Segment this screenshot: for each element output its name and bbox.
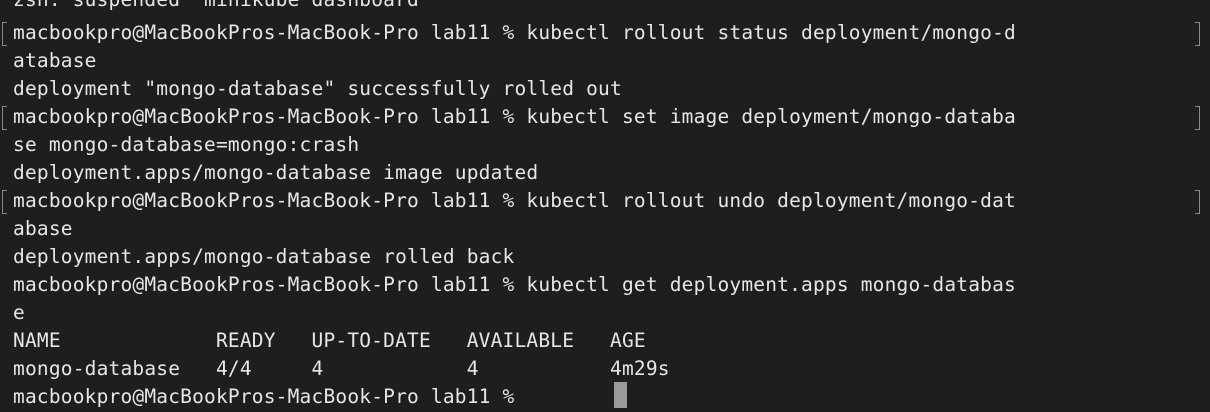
terminal-window[interactable]: zsh: suspended minikube dashboard macboo… bbox=[0, 0, 1210, 412]
command-continuation: se mongo-database=mongo:crash bbox=[13, 133, 360, 156]
prompt-line: macbookpro@MacBookPros-MacBook-Pro lab11… bbox=[13, 273, 1016, 296]
prompt-mark-left bbox=[2, 106, 7, 130]
prompt-mark-left bbox=[2, 190, 7, 214]
prompt-line: macbookpro@MacBookPros-MacBook-Pro lab11… bbox=[13, 189, 1016, 212]
command-continuation: atabase bbox=[13, 49, 97, 72]
text-cursor bbox=[614, 382, 627, 408]
table-row: mongo-database 4/4 4 4 4m29s bbox=[13, 357, 670, 380]
prompt-mark-right bbox=[1195, 106, 1200, 130]
output-line: deployment.apps/mongo-database rolled ba… bbox=[13, 245, 515, 268]
command-continuation: abase bbox=[13, 217, 73, 240]
output-line: deployment.apps/mongo-database image upd… bbox=[13, 161, 539, 184]
output-line: zsh: suspended minikube dashboard bbox=[13, 0, 419, 14]
prompt-mark-left bbox=[2, 22, 7, 46]
current-prompt[interactable]: macbookpro@MacBookPros-MacBook-Pro lab11… bbox=[13, 383, 526, 411]
table-header: NAME READY UP-TO-DATE AVAILABLE AGE bbox=[13, 329, 646, 352]
output-line: deployment "mongo-database" successfully… bbox=[13, 77, 622, 100]
prompt-mark-right bbox=[1195, 22, 1200, 46]
prompt-line: macbookpro@MacBookPros-MacBook-Pro lab11… bbox=[13, 21, 1016, 44]
prompt-line: macbookpro@MacBookPros-MacBook-Pro lab11… bbox=[13, 105, 1016, 128]
prompt-mark-right bbox=[1195, 190, 1200, 214]
command-continuation: e bbox=[13, 301, 25, 324]
